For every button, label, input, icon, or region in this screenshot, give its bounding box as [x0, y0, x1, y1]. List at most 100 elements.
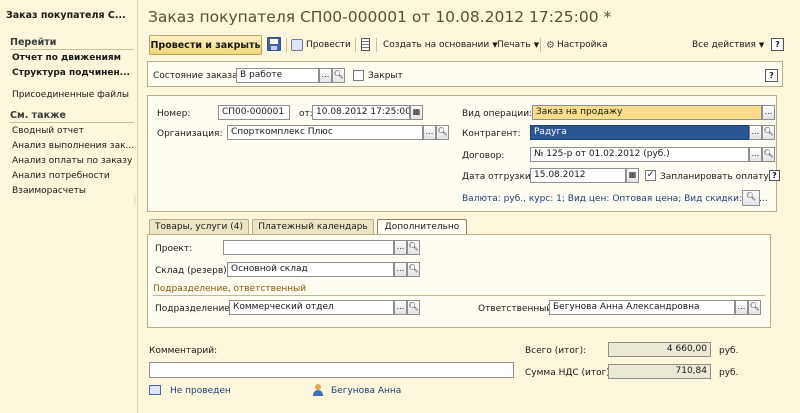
warehouse-field[interactable]: Основной склад [227, 262, 394, 277]
print-menu[interactable]: Печать ▼ [497, 36, 539, 54]
goto-heading: Перейти [10, 37, 134, 50]
comment-field[interactable] [149, 362, 514, 378]
author-link[interactable]: Бегунова Анна [331, 386, 401, 396]
sidebar-item-movements[interactable]: Отчет по движениям [12, 53, 134, 63]
help-icon[interactable]: ? [769, 170, 780, 181]
project-field[interactable] [223, 240, 394, 255]
post-button[interactable]: Провести [291, 36, 351, 54]
sidebar-item-payment-analysis[interactable]: Анализ оплаты по заказу [12, 156, 134, 166]
tab-payment-calendar[interactable]: Платежный календарь [252, 219, 374, 234]
sidebar-item-exec-analysis[interactable]: Анализ выполнения зак... [12, 141, 134, 151]
search-icon[interactable]: 🔍︎ [407, 240, 420, 255]
sidebar-item-attached-files[interactable]: Присоединенные файлы [12, 90, 134, 100]
responsible-field[interactable]: Бегунова Анна Александровна [549, 300, 735, 315]
date-label: от: [299, 109, 313, 119]
tab-goods-services[interactable]: Товары, услуги (4) [149, 219, 249, 234]
print-label: Печать [497, 40, 531, 50]
contractor-label: Контрагент: [462, 129, 521, 139]
closed-label: Закрыт [368, 71, 403, 81]
number-label: Номер: [157, 109, 191, 119]
closed-checkbox[interactable] [353, 70, 364, 81]
date-field[interactable]: 10.08.2012 17:25:00 [312, 105, 410, 120]
vat-value: 710,84 [608, 364, 711, 379]
organization-label: Организация: [157, 129, 223, 139]
document-status-icon [149, 385, 161, 395]
resize-grip[interactable]: ⋮ ⋮ [131, 194, 139, 215]
search-icon[interactable]: 🔍︎ [332, 68, 345, 83]
settings-label: Настройка [556, 40, 608, 50]
vat-currency: руб. [719, 368, 739, 378]
sidebar-item-summary[interactable]: Сводный отчет [12, 126, 134, 136]
create-based-label: Создать на основании [383, 40, 490, 50]
number-field[interactable]: СП00-000001 [218, 105, 290, 120]
calendar-icon[interactable]: ▦ [410, 105, 423, 120]
select-button[interactable]: ... [394, 240, 407, 255]
division-field[interactable]: Коммерческий отдел [229, 300, 394, 315]
contract-field[interactable]: № 125-р от 01.02.2012 (руб.) [530, 147, 749, 162]
sidebar-item-settlements[interactable]: Взаиморасчеты [12, 186, 134, 196]
select-button[interactable]: ... [423, 125, 436, 140]
save-icon[interactable] [267, 37, 281, 51]
total-label: Всего (итог): [525, 346, 587, 356]
post-and-close-button[interactable]: Провести и закрыть [149, 35, 262, 55]
search-icon[interactable]: 🔍︎ [762, 147, 775, 162]
responsible-label: Ответственный: [478, 304, 556, 314]
contractor-field[interactable]: Радуга [530, 125, 749, 140]
sidebar-title[interactable]: Заказ покупателя С... [6, 10, 132, 21]
sidebar: Заказ покупателя С... Перейти Отчет по д… [0, 0, 139, 413]
plan-payment-checkbox[interactable]: ✓ [645, 170, 656, 181]
division-label: Подразделение: [155, 304, 233, 314]
settings-icon: ⚙ [546, 39, 555, 51]
page-title: Заказ покупателя СП00-000001 от 10.08.20… [148, 8, 612, 26]
vat-label: Сумма НДС (итог): [525, 368, 613, 378]
search-icon[interactable]: 🔍︎ [436, 125, 449, 140]
select-button[interactable]: ... [394, 300, 407, 315]
calendar-icon[interactable]: ▦ [626, 168, 639, 183]
all-actions-label: Все действия [692, 40, 756, 50]
shipping-date-field[interactable]: 15.08.2012 [530, 168, 626, 183]
order-state-label: Состояние заказа: [153, 71, 241, 81]
operation-type-field[interactable]: Заказ на продажу [532, 105, 762, 120]
organization-field[interactable]: Спорткомплекс Плюс [227, 125, 423, 140]
search-icon[interactable]: 🔍︎ [407, 300, 420, 315]
order-state-field[interactable]: В работе [236, 68, 319, 83]
search-icon[interactable]: 🔍︎ [748, 300, 761, 315]
select-button[interactable]: ... [735, 300, 748, 315]
currency-info-link[interactable]: Валюта: руб., курс: 1; Вид цен: Оптовая … [462, 194, 768, 204]
comment-label: Комментарий: [149, 346, 218, 356]
settings-button[interactable]: ⚙ Настройка [546, 36, 607, 54]
search-icon[interactable]: 🔍︎ [742, 190, 760, 206]
help-icon[interactable]: ? [765, 69, 778, 82]
total-value: 4 660,00 [608, 342, 711, 357]
see-also-heading: См. также [10, 110, 134, 123]
shipping-date-label: Дата отгрузки: [462, 172, 534, 182]
document-form: Заказ покупателя СП00-000001 от 10.08.20… [139, 0, 800, 413]
select-button[interactable]: ... [319, 68, 332, 83]
select-button[interactable]: ... [394, 262, 407, 277]
select-button[interactable]: ... [749, 125, 762, 140]
section-title: Подразделение, ответственный [153, 284, 307, 294]
operation-type-label: Вид операции: [462, 109, 533, 119]
help-icon[interactable]: ? [771, 38, 784, 51]
sidebar-item-structure[interactable]: Структура подчинен... [12, 68, 134, 78]
post-icon [291, 39, 303, 51]
sidebar-item-demand-analysis[interactable]: Анализ потребности [12, 171, 134, 181]
section-divider [153, 295, 765, 296]
search-icon[interactable]: 🔍︎ [762, 125, 775, 140]
warehouse-label: Склад (резерв): [155, 266, 230, 276]
create-based-on-menu[interactable]: Создать на основании ▼ [383, 36, 498, 54]
select-button[interactable]: ... [749, 147, 762, 162]
all-actions-menu[interactable]: Все действия ▼ [692, 36, 764, 54]
project-label: Проект: [155, 244, 193, 254]
post-label: Провести [306, 40, 351, 50]
chevron-down-icon: ▼ [758, 41, 765, 49]
list-icon[interactable] [361, 38, 370, 51]
chevron-down-icon: ▼ [533, 41, 540, 49]
total-currency: руб. [719, 346, 739, 356]
search-icon[interactable]: 🔍︎ [407, 262, 420, 277]
select-button[interactable]: ... [762, 105, 775, 120]
plan-payment-label: Запланировать оплату [660, 172, 769, 182]
tab-additional[interactable]: Дополнительно [377, 219, 467, 235]
user-icon [313, 384, 323, 396]
contract-label: Договор: [462, 151, 505, 161]
